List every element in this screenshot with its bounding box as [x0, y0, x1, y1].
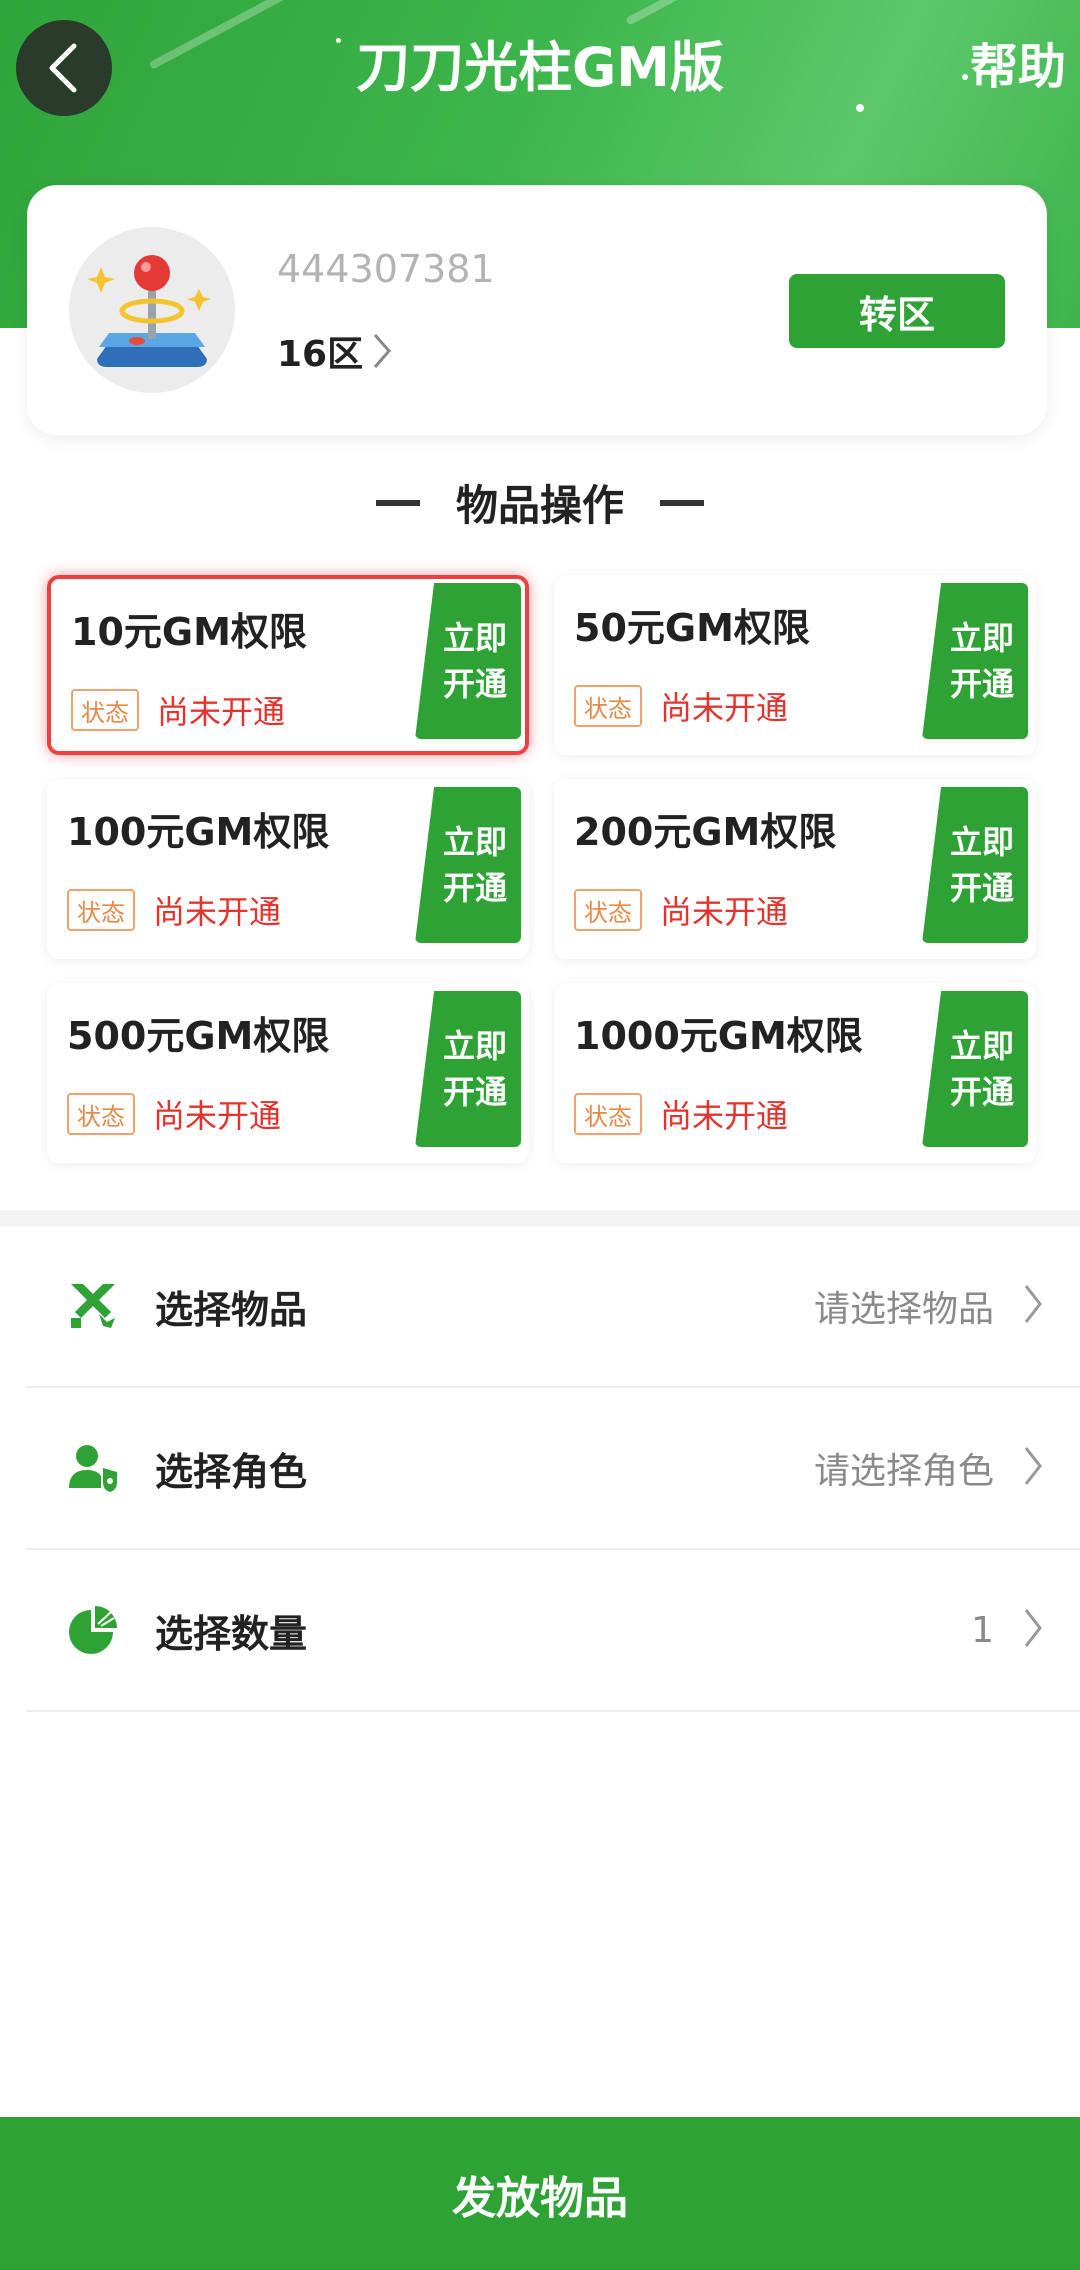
server-label: 16区	[277, 334, 364, 375]
select-role-label: 选择角色	[155, 1449, 308, 1494]
gm-item-name: 100元GM权限	[67, 810, 330, 854]
status-text: 尚未开通	[157, 693, 286, 731]
open-now-button[interactable]: 立即 开通	[415, 583, 521, 739]
swords-icon	[65, 1278, 121, 1334]
chevron-right-icon	[1024, 1447, 1042, 1485]
status-tag: 状态	[67, 889, 135, 931]
open-now-button[interactable]: 立即 开通	[922, 991, 1028, 1147]
open-now-label-2: 开通	[949, 665, 1014, 703]
select-item-row[interactable]: 选择物品 请选择物品	[27, 1226, 1080, 1388]
gm-item-name: 10元GM权限	[71, 610, 307, 654]
open-now-label-1: 立即	[949, 619, 1014, 657]
status-text: 尚未开通	[660, 893, 789, 931]
gm-item-card[interactable]: 1000元GM权限 状态 尚未开通 立即 开通	[554, 983, 1036, 1163]
open-now-label-2: 开通	[949, 869, 1014, 907]
select-role-value: 请选择角色	[813, 1451, 994, 1492]
gm-item-name: 1000元GM权限	[574, 1014, 863, 1058]
help-link[interactable]: 帮助	[970, 34, 1066, 100]
divider	[375, 499, 420, 506]
gm-item-name: 50元GM权限	[574, 606, 810, 650]
section-divider	[0, 1210, 1080, 1226]
gm-item-card[interactable]: 500元GM权限 状态 尚未开通 立即 开通	[47, 983, 529, 1163]
open-now-button[interactable]: 立即 开通	[415, 787, 521, 943]
open-now-button[interactable]: 立即 开通	[922, 787, 1028, 943]
status-tag: 状态	[574, 1093, 642, 1135]
distribute-items-button[interactable]: 发放物品	[0, 2117, 1080, 2270]
gm-item-card[interactable]: 10元GM权限 状态 尚未开通 立即 开通	[47, 575, 529, 755]
open-now-label-1: 立即	[949, 1027, 1014, 1065]
chevron-right-icon	[373, 334, 392, 368]
select-quantity-row[interactable]: 选择数量 1	[27, 1550, 1080, 1712]
status-tag: 状态	[574, 685, 642, 727]
select-quantity-value: 1	[971, 1609, 994, 1651]
open-now-label-1: 立即	[442, 619, 507, 657]
user-shield-icon	[65, 1440, 121, 1496]
select-quantity-label: 选择数量	[155, 1611, 308, 1656]
gm-item-name: 200元GM权限	[574, 810, 837, 854]
user-id: 444307381	[277, 247, 495, 291]
open-now-label-1: 立即	[442, 1027, 507, 1065]
status-text: 尚未开通	[660, 689, 789, 727]
status-text: 尚未开通	[153, 893, 282, 931]
open-now-button[interactable]: 立即 开通	[922, 583, 1028, 739]
status-tag: 状态	[71, 689, 139, 731]
chevron-right-icon	[1024, 1285, 1042, 1323]
chevron-right-icon	[1024, 1609, 1042, 1647]
open-now-label-1: 立即	[949, 823, 1014, 861]
gm-item-card[interactable]: 200元GM权限 状态 尚未开通 立即 开通	[554, 779, 1036, 959]
open-now-label-2: 开通	[442, 869, 507, 907]
open-now-label-1: 立即	[442, 823, 507, 861]
profile-card: 444307381 16区 转区	[27, 185, 1047, 435]
gm-item-name: 500元GM权限	[67, 1014, 330, 1058]
open-now-label-2: 开通	[442, 1073, 507, 1111]
section-title-text: 物品操作	[455, 481, 624, 530]
pie-chart-icon	[65, 1602, 121, 1658]
section-title: 物品操作	[0, 472, 1080, 533]
switch-server-button[interactable]: 转区	[789, 274, 1005, 348]
avatar	[69, 227, 235, 393]
select-item-label: 选择物品	[155, 1287, 308, 1332]
server-selector[interactable]: 16区	[277, 325, 393, 377]
gm-item-card[interactable]: 100元GM权限 状态 尚未开通 立即 开通	[47, 779, 529, 959]
page-title: 刀刀光柱GM版	[355, 36, 725, 99]
open-now-label-2: 开通	[949, 1073, 1014, 1111]
open-now-button[interactable]: 立即 开通	[415, 991, 521, 1147]
select-role-row[interactable]: 选择角色 请选择角色	[27, 1388, 1080, 1550]
status-text: 尚未开通	[153, 1097, 282, 1135]
status-tag: 状态	[574, 889, 642, 931]
status-text: 尚未开通	[660, 1097, 789, 1135]
open-now-label-2: 开通	[442, 665, 507, 703]
gm-item-card[interactable]: 50元GM权限 状态 尚未开通 立即 开通	[554, 575, 1036, 755]
select-item-value: 请选择物品	[813, 1289, 994, 1330]
joystick-icon	[87, 255, 211, 367]
status-tag: 状态	[67, 1093, 135, 1135]
divider	[660, 499, 704, 506]
